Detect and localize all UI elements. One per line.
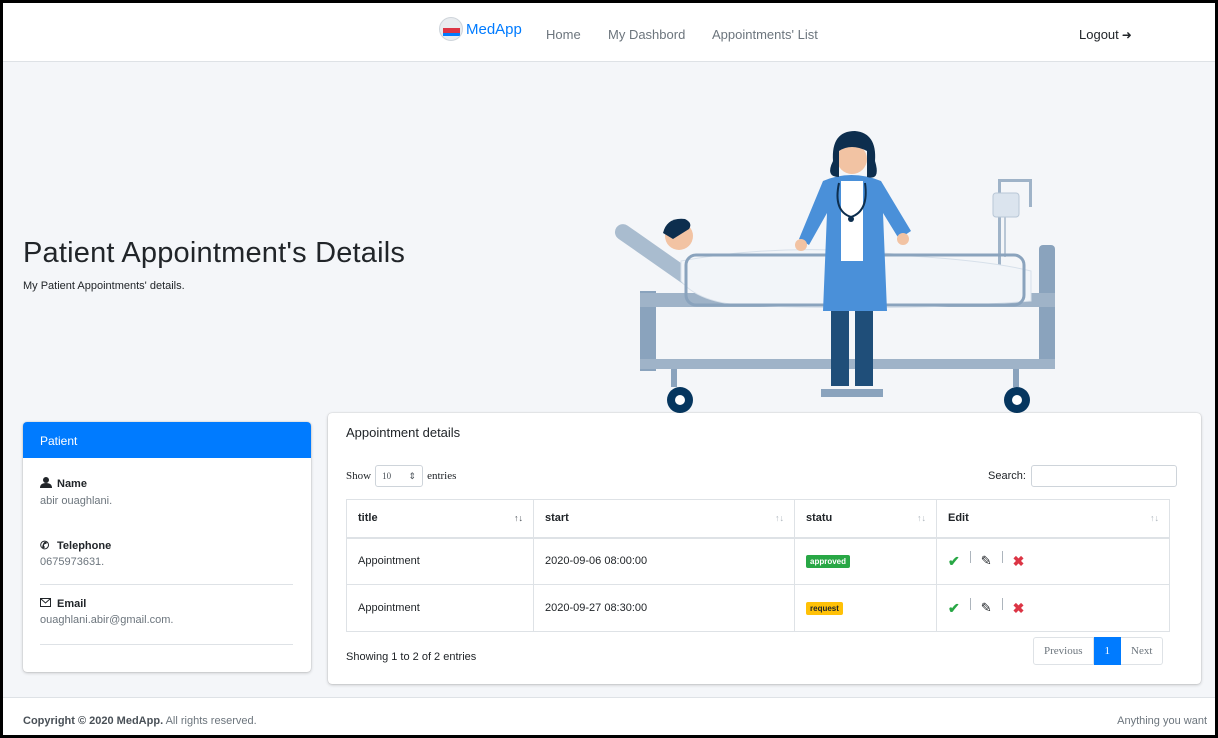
table-header-row: title ↑↓ start ↑↓ statu ↑↓ Edit ↑↓ <box>346 499 1170 539</box>
entries-label: entries <box>427 470 457 482</box>
email-label: Email <box>57 598 87 610</box>
column-header-statu[interactable]: statu ↑↓ <box>794 499 937 539</box>
column-header-start[interactable]: start ↑↓ <box>533 499 795 539</box>
edit-icon[interactable]: ✎ <box>981 600 992 616</box>
doctor-patient-illustration <box>614 131 1055 413</box>
envelope-icon <box>40 598 54 610</box>
telephone-value: 0675973631. <box>40 556 105 568</box>
table-row: Appointment 2020-09-06 08:00:00 approved… <box>346 537 1170 585</box>
patient-name-block: Name abir ouaghlani. <box>40 477 293 507</box>
delete-icon[interactable]: ✖ <box>1013 553 1025 570</box>
status-badge: request <box>806 601 843 615</box>
email-value: ouaghlani.abir@gmail.com. <box>40 614 174 626</box>
page-title: Patient Appointment's Details <box>23 237 406 269</box>
cell-statu: request <box>794 584 937 632</box>
cell-edit: ✔ ✎ ✖ <box>936 537 1170 585</box>
edit-icon[interactable]: ✎ <box>981 553 992 569</box>
footer-right-text: Anything you want <box>1117 715 1207 727</box>
delete-icon[interactable]: ✖ <box>1013 600 1025 617</box>
copyright-bold: Copyright © 2020 MedApp. <box>23 715 164 727</box>
copyright-rest: All rights reserved. <box>163 715 257 727</box>
search-input[interactable] <box>1030 465 1177 487</box>
nav-link-appointments-list[interactable]: Appointments' List <box>712 27 818 42</box>
separator <box>1001 551 1003 564</box>
user-icon <box>40 477 54 491</box>
cell-statu: approved <box>794 537 937 585</box>
brand-name: MedApp <box>466 20 522 38</box>
entries-length-control: Show 10 ⇕ entries <box>346 465 456 487</box>
appointment-details-card: Appointment details Show 10 ⇕ entries Se… <box>328 413 1201 684</box>
name-label: Name <box>57 478 87 490</box>
medapp-logo-icon <box>439 17 463 41</box>
search-label: Search: <box>988 470 1026 482</box>
patient-email-block: Email ouaghlani.abir@gmail.com. <box>40 598 293 626</box>
nav-link-dashboard[interactable]: My Dashbord <box>608 27 685 42</box>
status-badge: approved <box>806 554 851 568</box>
entries-length-value: 10 <box>382 471 392 481</box>
table-row: Appointment 2020-09-27 08:30:00 request … <box>346 584 1170 632</box>
separator <box>969 551 971 564</box>
nav-link-home[interactable]: Home <box>546 27 581 42</box>
phone-icon: ✆ <box>40 540 50 552</box>
check-icon[interactable]: ✔ <box>948 553 960 570</box>
patient-card: Patient Name abir ouaghlani. ✆ Telephone… <box>23 422 311 672</box>
sign-out-icon: ➜ <box>1121 27 1132 42</box>
entries-length-select[interactable]: 10 ⇕ <box>375 465 424 487</box>
cell-start: 2020-09-27 08:30:00 <box>533 584 795 632</box>
pagination: Previous 1 Next <box>1033 637 1164 665</box>
sort-icon: ↑↓ <box>775 513 784 523</box>
appointments-table: title ↑↓ start ↑↓ statu ↑↓ Edit ↑↓ Appoi… <box>346 499 1170 632</box>
page-subtitle: My Patient Appointments' details. <box>23 280 185 292</box>
cell-edit: ✔ ✎ ✖ <box>936 584 1170 632</box>
patient-telephone-block: ✆ Telephone 0675973631. <box>40 539 293 569</box>
separator <box>1001 598 1003 610</box>
check-icon[interactable]: ✔ <box>948 600 960 617</box>
table-info: Showing 1 to 2 of 2 entries <box>346 651 477 663</box>
table-search: Search: <box>988 465 1177 487</box>
name-value: abir ouaghlani. <box>40 495 113 507</box>
telephone-label: Telephone <box>57 539 112 552</box>
previous-page-button[interactable]: Previous <box>1033 637 1094 665</box>
divider <box>40 644 293 645</box>
cell-start: 2020-09-06 08:00:00 <box>533 537 795 585</box>
appointment-card-title: Appointment details <box>346 425 461 440</box>
cell-title: Appointment <box>346 537 534 585</box>
cell-title: Appointment <box>346 584 534 632</box>
divider <box>40 584 293 585</box>
logout-label: Logout <box>1079 27 1119 42</box>
show-label: Show <box>346 470 372 482</box>
patient-card-header: Patient <box>23 422 311 458</box>
column-header-edit[interactable]: Edit ↑↓ <box>936 499 1170 539</box>
next-page-button[interactable]: Next <box>1121 637 1164 665</box>
sort-icon: ↑↓ <box>917 513 926 523</box>
sort-updown-icon: ⇕ <box>408 470 417 481</box>
sort-icon: ↑↓ <box>1150 513 1159 523</box>
copyright: Copyright © 2020 MedApp. All rights rese… <box>23 715 257 727</box>
sort-icon: ↑↓ <box>514 513 523 523</box>
separator <box>969 598 971 610</box>
page-1-button[interactable]: 1 <box>1093 637 1121 665</box>
logout-button[interactable]: Logout ➜ <box>1079 27 1132 42</box>
column-header-title[interactable]: title ↑↓ <box>346 499 534 539</box>
top-navbar: MedApp Home My Dashbord Appointments' Li… <box>3 3 1215 62</box>
brand[interactable]: MedApp <box>439 17 522 41</box>
footer: Copyright © 2020 MedApp. All rights rese… <box>3 697 1215 735</box>
